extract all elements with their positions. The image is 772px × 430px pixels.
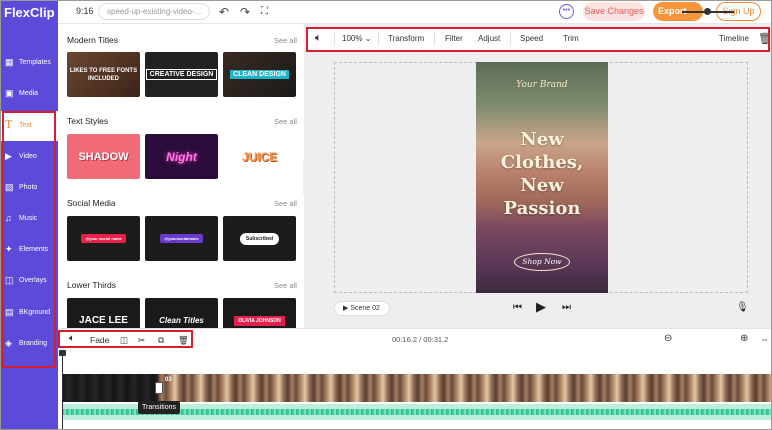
- redo-icon[interactable]: ↷: [240, 3, 250, 21]
- section-title-social-media: Social Media: [67, 198, 116, 208]
- section-title-text-styles: Text Styles: [67, 116, 109, 126]
- thumbnail-label: Night: [166, 149, 197, 164]
- section-title-modern-titles: Modern Titles: [67, 35, 119, 45]
- brand-text: Your Brand: [516, 80, 568, 90]
- template-thumbnail[interactable]: Night: [145, 134, 218, 179]
- scene-selector[interactable]: ▶ Scene 02: [334, 301, 390, 316]
- thumbnail-label: JUICE: [241, 149, 278, 164]
- current-time: 00:16.2: [392, 335, 418, 344]
- flexclip-logo[interactable]: FlexClip: [0, 0, 58, 24]
- transitions-tooltip: Transitions: [138, 401, 180, 414]
- time-readout: 00:16.2 / 00:31.2: [392, 335, 448, 344]
- template-thumbnail[interactable]: @yoursocialname: [145, 216, 218, 261]
- thumbnail-label: @your social name: [81, 234, 126, 243]
- top-bar: FlexClip 9:16 speed-up-existing-video-..…: [0, 0, 772, 24]
- playhead[interactable]: [62, 350, 63, 430]
- thumbnail-label: Clean Titles: [159, 316, 204, 325]
- sidebar-item-media[interactable]: ▣ Media: [0, 79, 58, 109]
- microphone-icon[interactable]: 🎙︎: [736, 302, 749, 313]
- thumbnail-label: CREATIVE DESIGN: [145, 69, 218, 80]
- headline-line: Clothes,: [500, 152, 584, 173]
- playhead-handle[interactable]: [59, 350, 66, 356]
- timeline-ruler: [58, 350, 772, 368]
- headline-line: New: [520, 175, 564, 196]
- zoom-in-icon[interactable]: ⊕: [740, 333, 748, 344]
- aspect-ratio-selector[interactable]: 9:16: [76, 6, 94, 16]
- sidebar-item-label: Templates: [19, 59, 51, 66]
- headline-line: Passion: [503, 198, 581, 219]
- thumbnail-label: OLIVIA JOHNSON: [234, 315, 285, 326]
- transition-marker[interactable]: [155, 382, 163, 394]
- annotation-box-toolbar: [306, 27, 770, 52]
- thumbnail-label: @yoursocialname: [160, 234, 203, 243]
- template-thumbnail[interactable]: Subscribed: [223, 216, 296, 261]
- thumbnail-label: LIKES TO FREE FONTS INCLUDED: [69, 67, 138, 82]
- annotation-box-timeline-tools: [58, 330, 193, 348]
- template-thumbnail[interactable]: JACE LEE: [67, 298, 140, 328]
- see-all-link[interactable]: See all: [274, 36, 297, 45]
- template-thumbnail[interactable]: @your social name: [67, 216, 140, 261]
- template-thumbnail[interactable]: SHADOW: [67, 134, 140, 179]
- save-changes-button[interactable]: Save Changes: [583, 2, 645, 21]
- thumbnail-label: SHADOW: [78, 150, 129, 163]
- text-library-panel: Modern Titles See all LIKES TO FREE FONT…: [58, 24, 304, 328]
- zoom-slider-knob[interactable]: [704, 8, 711, 15]
- previous-icon[interactable]: ⏮︎: [513, 302, 522, 313]
- fit-timeline-icon[interactable]: ⇔: [760, 334, 769, 344]
- template-thumbnail[interactable]: CREATIVE DESIGN: [145, 52, 218, 97]
- section-title-lower-thirds: Lower Thirds: [67, 280, 116, 290]
- play-icon[interactable]: ▶: [536, 299, 546, 315]
- video-clip-first[interactable]: [62, 374, 158, 402]
- thumbnail-label: CLEAN DESIGN: [230, 70, 289, 79]
- headline-text: New Clothes, New Passion: [476, 128, 608, 220]
- template-thumbnail[interactable]: Clean Titles: [145, 298, 218, 328]
- shop-now-badge: Shop Now: [514, 253, 570, 271]
- templates-icon: ▦: [5, 57, 14, 67]
- undo-icon[interactable]: ↶: [219, 3, 229, 21]
- scene-label: Scene 02: [350, 305, 380, 312]
- template-thumbnail[interactable]: JUICE: [223, 134, 296, 179]
- see-all-link[interactable]: See all: [274, 281, 297, 290]
- media-icon: ▣: [5, 88, 14, 98]
- thumbnail-label: JACE LEE: [79, 315, 128, 326]
- headline-line: New: [520, 129, 564, 150]
- template-thumbnail[interactable]: CLEAN DESIGN: [223, 52, 296, 97]
- template-thumbnail[interactable]: OLIVIA JOHNSON: [223, 298, 296, 328]
- sidebar-item-label: Media: [19, 90, 39, 97]
- total-time: 00:31.2: [423, 335, 449, 344]
- thumbnail-label: Subscribed: [239, 232, 280, 245]
- project-name-input[interactable]: speed-up-existing-video-...: [98, 3, 210, 20]
- clip-number: 03: [165, 377, 172, 383]
- see-all-link[interactable]: See all: [274, 199, 297, 208]
- fullscreen-icon[interactable]: ⛶: [261, 3, 268, 21]
- annotation-box-sidebar: [2, 111, 56, 368]
- next-icon[interactable]: ⏭︎: [562, 302, 571, 313]
- sidebar-item-templates[interactable]: ▦ Templates: [0, 48, 58, 78]
- see-all-link[interactable]: See all: [274, 117, 297, 126]
- chat-icon[interactable]: •••: [559, 4, 574, 19]
- template-thumbnail[interactable]: LIKES TO FREE FONTS INCLUDED: [67, 52, 140, 97]
- video-preview[interactable]: Your Brand New Clothes, New Passion Shop…: [476, 62, 608, 293]
- zoom-out-icon[interactable]: ⊖: [664, 333, 672, 344]
